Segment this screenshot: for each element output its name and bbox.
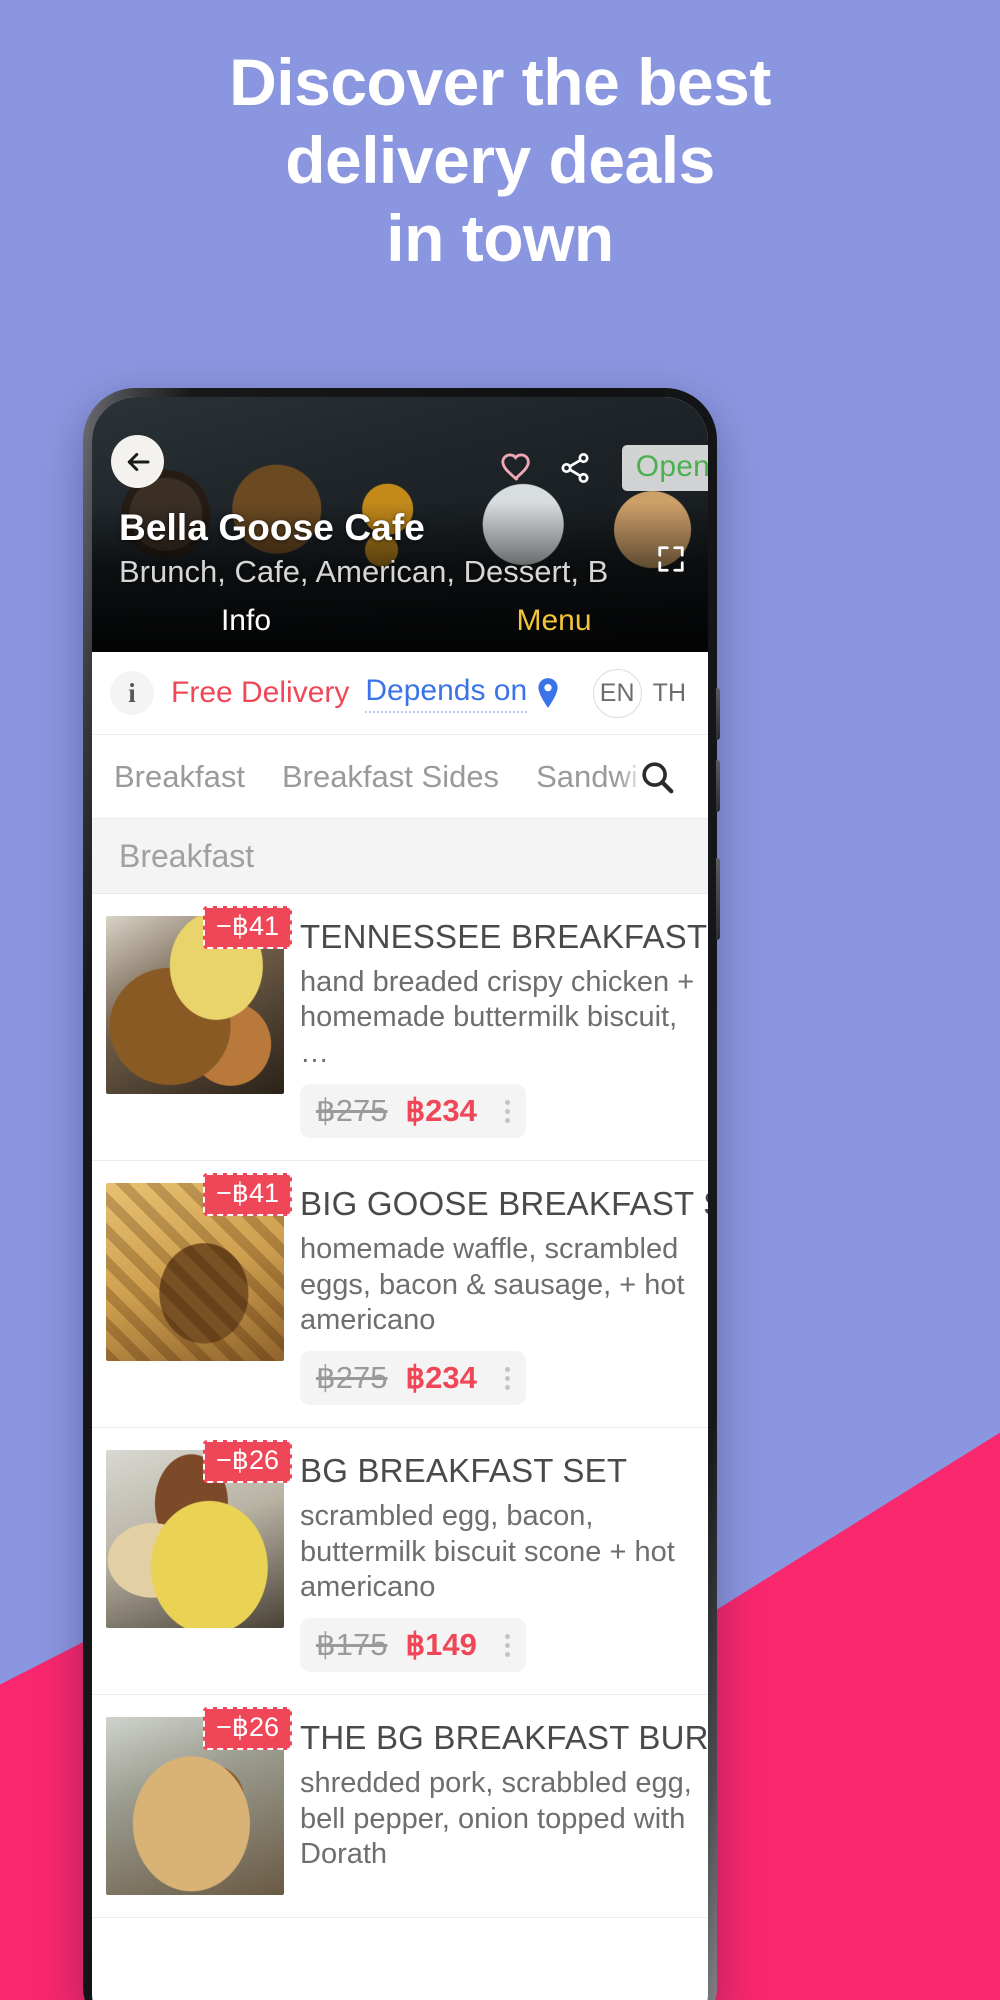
menu-item-details: THE BG BREAKFAST BURRITO shredded pork, … [284, 1717, 708, 1895]
promo-headline-line-1: Discover the best [229, 45, 771, 119]
menu-item-thumbnail-wrap: −฿41 [106, 1173, 292, 1362]
category-tab-breakfast-sides[interactable]: Breakfast Sides [282, 759, 499, 795]
menu-item-original-price: ฿175 [316, 1627, 388, 1663]
menu-item-row[interactable]: −฿41 BIG GOOSE BREAKFAST SET homemade wa… [92, 1161, 708, 1429]
menu-item-thumbnail-wrap: −฿41 [106, 906, 292, 1094]
more-options-icon[interactable] [504, 1099, 510, 1123]
menu-item-price-group: ฿275 ฿234 [300, 1084, 526, 1139]
delivery-eta-label: Depends on [365, 674, 528, 713]
menu-item-details: TENNESSEE BREAKFAST SET hand breaded cri… [284, 916, 708, 1139]
status-badge: Open [621, 445, 708, 491]
discount-badge: −฿26 [203, 1440, 292, 1484]
menu-item-row[interactable]: −฿41 TENNESSEE BREAKFAST SET hand breade… [92, 894, 708, 1162]
menu-item-title: THE BG BREAKFAST BURRITO [300, 1719, 708, 1757]
restaurant-info: Bella Goose Cafe Brunch, Cafe, American,… [119, 507, 708, 590]
search-icon [642, 761, 674, 793]
back-button[interactable] [111, 435, 164, 488]
menu-item-row[interactable]: −฿26 BG BREAKFAST SET scrambled egg, bac… [92, 1428, 708, 1696]
menu-item-description: shredded pork, scrabbled egg, bell peppe… [300, 1767, 692, 1871]
menu-item-description: homemade waffle, scrambled eggs, bacon &… [300, 1233, 685, 1336]
delivery-info-bar: i Free Delivery Depends on EN TH [92, 652, 708, 735]
restaurant-name: Bella Goose Cafe [119, 507, 425, 548]
share-icon[interactable] [558, 451, 592, 485]
free-delivery-label: Free Delivery [171, 676, 350, 709]
phone-side-button-power [716, 858, 720, 940]
promo-headline: Discover the best delivery deals in town [0, 0, 1000, 278]
location-pin-icon [538, 678, 558, 708]
menu-item-row[interactable]: −฿26 THE BG BREAKFAST BURRITO shredded p… [92, 1695, 708, 1919]
menu-item-original-price: ฿275 [316, 1093, 388, 1129]
menu-item-description: hand breaded crispy chicken + homemade b… [300, 966, 695, 1069]
search-button[interactable] [620, 735, 694, 818]
info-icon[interactable]: i [110, 671, 154, 715]
phone-mockup: Open Bella Goose Cafe Brunch, Cafe, Amer… [83, 388, 720, 2000]
hero-tab-bar: Info Menu [92, 604, 708, 644]
menu-item-thumbnail-wrap: −฿26 [106, 1440, 292, 1629]
menu-item-thumbnail-wrap: −฿26 [106, 1707, 292, 1896]
menu-item-price-group: ฿275 ฿234 [300, 1351, 526, 1406]
menu-item-title: TENNESSEE BREAKFAST SET [300, 918, 708, 955]
delivery-eta[interactable]: Depends on [365, 674, 561, 713]
discount-badge: −฿41 [203, 1173, 292, 1217]
phone-side-button-volume-down [716, 760, 720, 812]
fullscreen-icon[interactable] [656, 544, 686, 574]
language-option-en[interactable]: EN [592, 668, 642, 718]
phone-screen: Open Bella Goose Cafe Brunch, Cafe, Amer… [92, 397, 708, 2000]
promo-headline-line-2: delivery deals [285, 122, 715, 197]
menu-item-original-price: ฿275 [316, 1360, 388, 1396]
category-tab-breakfast[interactable]: Breakfast [114, 759, 245, 795]
menu-item-title: BG BREAKFAST SET [300, 1452, 628, 1490]
section-header-breakfast: Breakfast [92, 819, 708, 894]
menu-item-discounted-price: ฿234 [405, 1093, 477, 1129]
hero-action-bar: Open [500, 445, 708, 491]
promo-headline-line-3: in town [386, 200, 614, 275]
menu-item-title: BIG GOOSE BREAKFAST SET [300, 1185, 708, 1223]
menu-item-price-group: ฿175 ฿149 [300, 1618, 526, 1673]
tab-menu[interactable]: Menu [400, 604, 708, 644]
menu-item-details: BG BREAKFAST SET scrambled egg, bacon, b… [284, 1450, 708, 1673]
heart-icon[interactable] [500, 451, 534, 485]
more-options-icon[interactable] [504, 1633, 510, 1657]
language-option-th[interactable]: TH [653, 679, 686, 708]
more-options-icon[interactable] [504, 1366, 510, 1390]
menu-item-details: BIG GOOSE BREAKFAST SET homemade waffle,… [284, 1183, 708, 1406]
discount-badge: −฿41 [203, 906, 292, 950]
restaurant-categories: Brunch, Cafe, American, Dessert, B [119, 554, 609, 589]
language-toggle: EN TH [592, 668, 686, 718]
phone-body: Open Bella Goose Cafe Brunch, Cafe, Amer… [83, 388, 720, 2000]
menu-item-description: scrambled egg, bacon, buttermilk biscuit… [300, 1500, 675, 1603]
discount-badge: −฿26 [203, 1707, 292, 1751]
app-screen: Open Bella Goose Cafe Brunch, Cafe, Amer… [92, 397, 708, 2000]
back-arrow-icon [127, 452, 149, 471]
menu-category-tabs: Breakfast Breakfast Sides Sandwi [92, 735, 708, 819]
menu-item-discounted-price: ฿149 [405, 1627, 477, 1663]
phone-side-button-volume-up [716, 688, 720, 740]
menu-item-discounted-price: ฿234 [405, 1360, 477, 1396]
restaurant-hero-banner: Open Bella Goose Cafe Brunch, Cafe, Amer… [92, 397, 708, 652]
tab-info[interactable]: Info [92, 604, 400, 644]
